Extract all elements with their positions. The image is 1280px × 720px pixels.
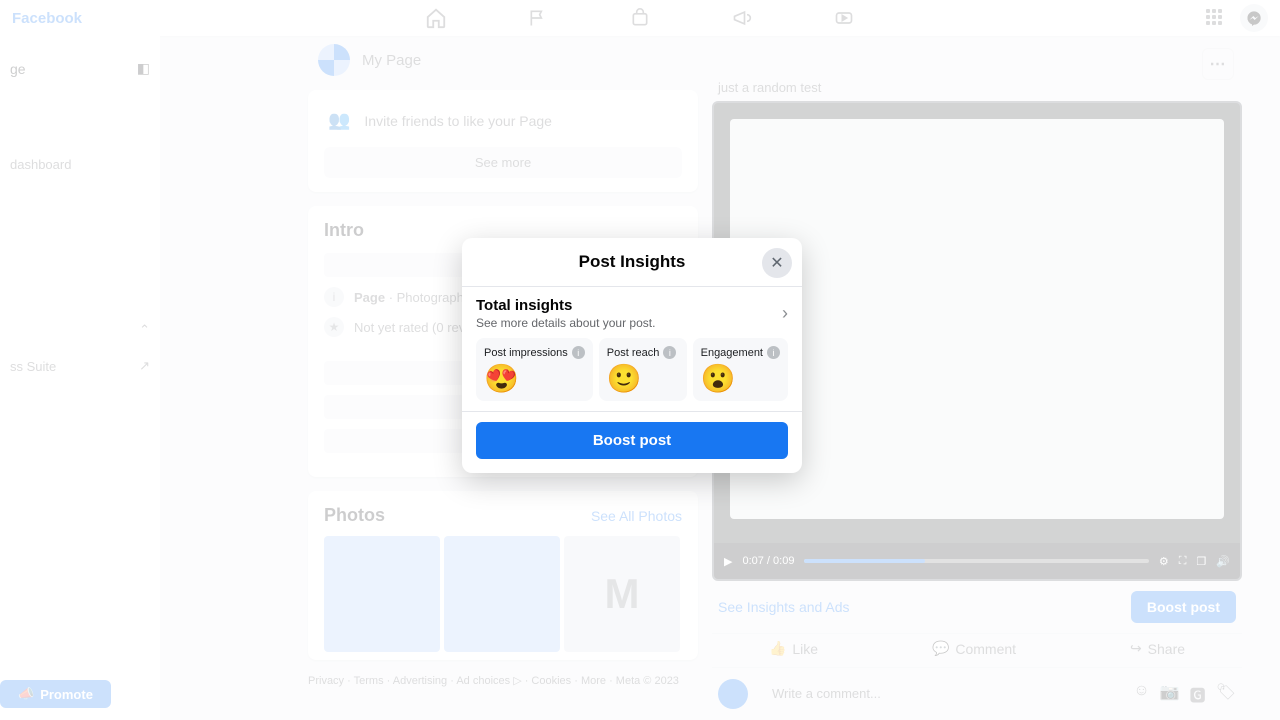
stat-reach[interactable]: Post reachi 🙂 (599, 338, 687, 401)
chevron-right-icon: › (782, 303, 788, 324)
modal-title: Post Insights (472, 252, 792, 272)
modal-footer: Boost post (462, 411, 802, 473)
total-insights-section[interactable]: Total insights See more details about yo… (462, 287, 802, 411)
heart-eyes-emoji-icon: 😍 (484, 365, 585, 393)
info-icon[interactable]: i (572, 346, 585, 359)
total-insights-label: Total insights (476, 297, 655, 314)
close-button[interactable]: ✕ (762, 248, 792, 278)
info-icon[interactable]: i (663, 346, 676, 359)
smile-emoji-icon: 🙂 (607, 365, 679, 393)
insight-stats: Post impressionsi 😍 Post reachi 🙂 Engage… (476, 338, 788, 401)
close-icon: ✕ (770, 253, 783, 273)
info-icon[interactable]: i (767, 346, 780, 359)
stat-impressions[interactable]: Post impressionsi 😍 (476, 338, 593, 401)
total-insights-sub: See more details about your post. (476, 316, 655, 330)
boost-post-button[interactable]: Boost post (476, 422, 788, 459)
post-insights-modal: Post Insights ✕ Total insights See more … (462, 238, 802, 473)
modal-header: Post Insights ✕ (462, 238, 802, 287)
wow-emoji-icon: 😮 (701, 365, 780, 393)
stat-engagement[interactable]: Engagementi 😮 (693, 338, 788, 401)
